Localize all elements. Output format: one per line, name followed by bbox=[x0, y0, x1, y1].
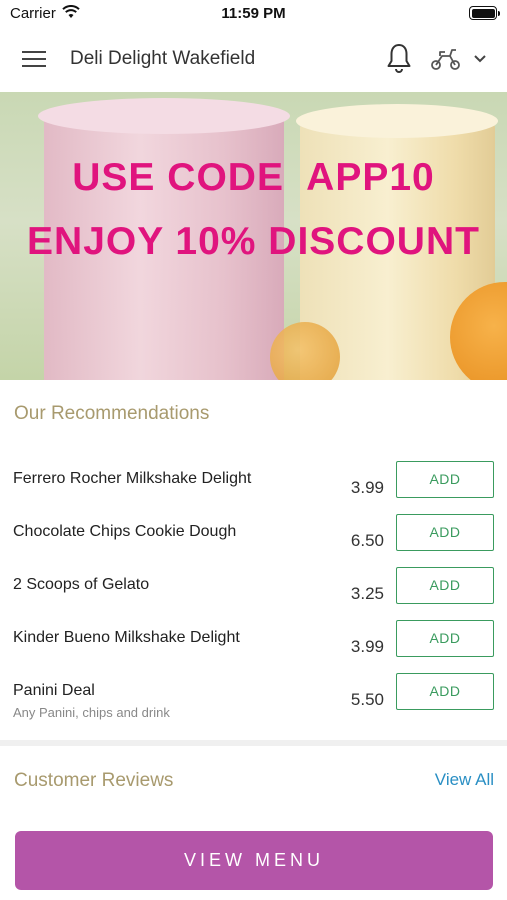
add-button[interactable]: ADD bbox=[396, 567, 494, 604]
clock: 11:59 PM bbox=[221, 5, 286, 22]
list-item: Panini Deal Any Panini, chips and drink … bbox=[0, 673, 507, 735]
view-all-link[interactable]: View All bbox=[435, 770, 494, 790]
promo-banner[interactable]: USE CODE APP10 ENJOY 10% DISCOUNT bbox=[0, 92, 507, 380]
promo-discount-text: ENJOY 10% DISCOUNT bbox=[27, 220, 480, 263]
add-button[interactable]: ADD bbox=[396, 514, 494, 551]
promo-code-text: USE CODE APP10 bbox=[72, 156, 435, 199]
hamburger-menu-icon[interactable] bbox=[22, 48, 48, 70]
item-name: Ferrero Rocher Milkshake Delight bbox=[13, 470, 252, 487]
add-button[interactable]: ADD bbox=[396, 620, 494, 657]
item-name: Chocolate Chips Cookie Dough bbox=[13, 523, 237, 540]
app-header: Deli Delight Wakefield bbox=[0, 30, 507, 90]
bell-icon[interactable] bbox=[385, 42, 413, 74]
item-name: Kinder Bueno Milkshake Delight bbox=[13, 629, 240, 646]
status-bar: Carrier 11:59 PM bbox=[0, 0, 507, 28]
recommendations-title: Our Recommendations bbox=[14, 403, 210, 424]
section-divider bbox=[0, 740, 507, 746]
battery-icon bbox=[469, 6, 500, 20]
scooter-icon[interactable] bbox=[430, 46, 462, 72]
reviews-title: Customer Reviews bbox=[14, 770, 174, 791]
add-button[interactable]: ADD bbox=[396, 673, 494, 710]
item-name: Panini Deal bbox=[13, 682, 95, 699]
chevron-down-icon[interactable] bbox=[473, 54, 487, 64]
item-description: Any Panini, chips and drink bbox=[13, 705, 170, 720]
item-price: 3.25 bbox=[350, 584, 384, 603]
add-button[interactable]: ADD bbox=[396, 461, 494, 498]
view-menu-button[interactable]: VIEW MENU bbox=[15, 831, 493, 890]
item-price: 3.99 bbox=[350, 478, 384, 497]
item-name: 2 Scoops of Gelato bbox=[13, 576, 150, 593]
store-name: Deli Delight Wakefield bbox=[70, 48, 256, 69]
item-price: 3.99 bbox=[350, 637, 384, 656]
item-price: 5.50 bbox=[350, 690, 384, 709]
item-price: 6.50 bbox=[350, 531, 384, 550]
